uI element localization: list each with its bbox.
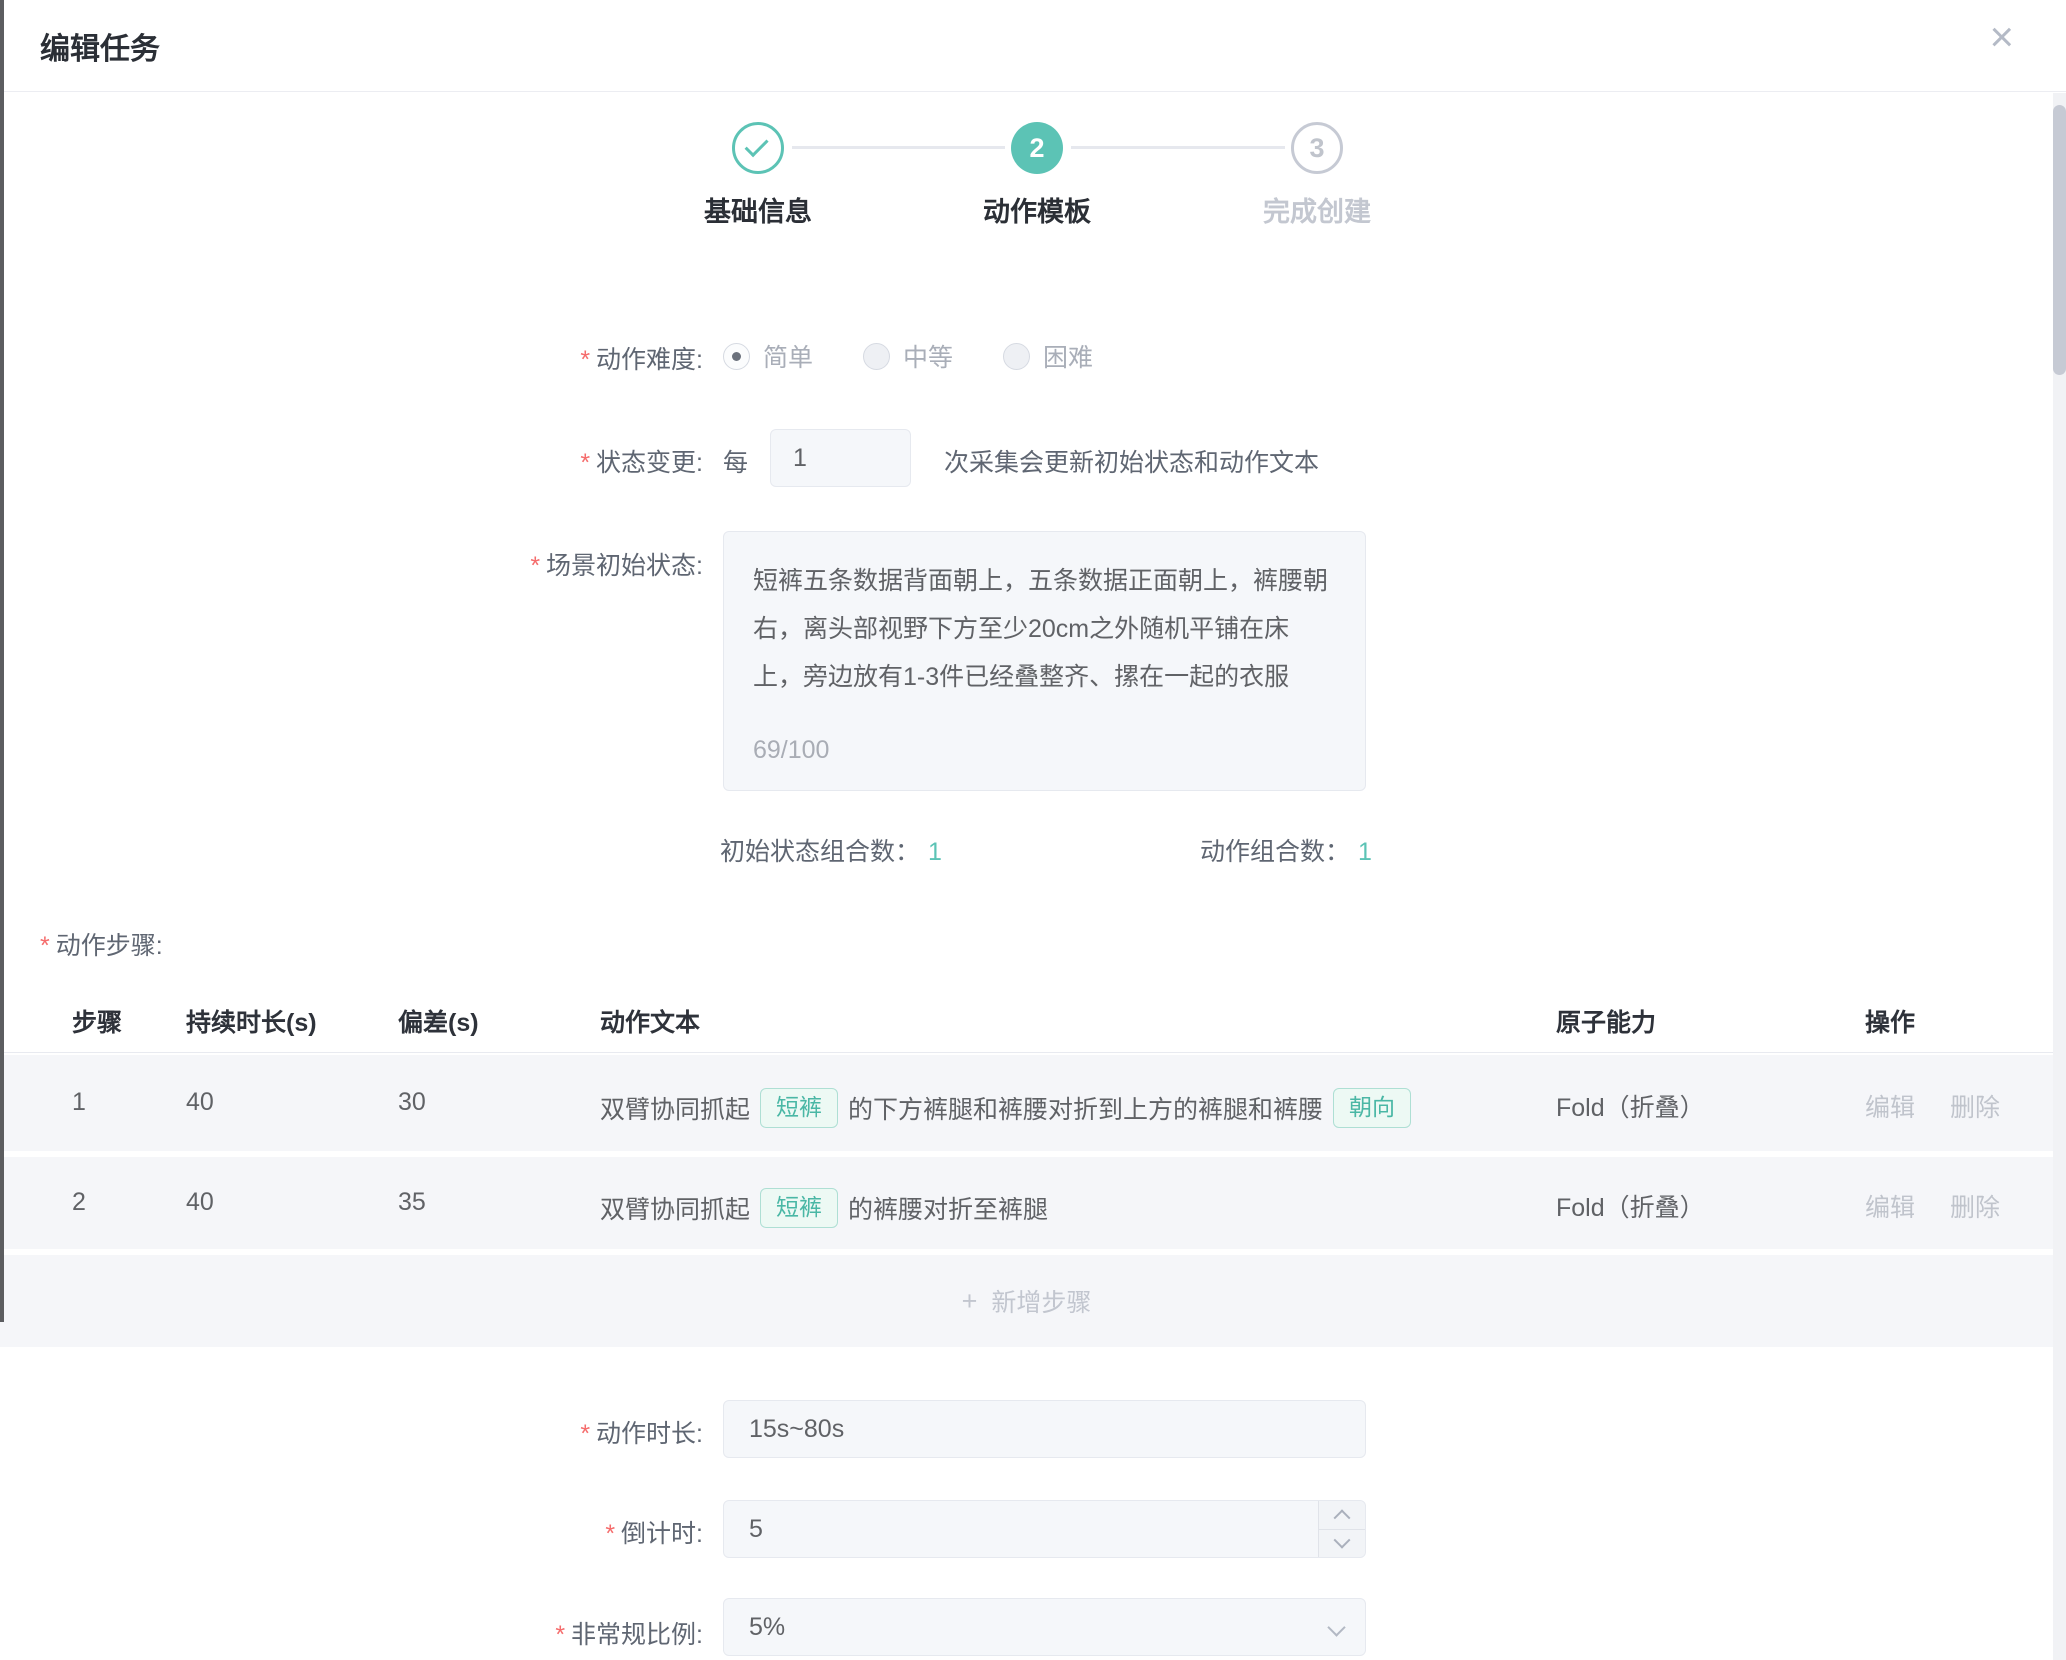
init-combo-value: 1 [928,838,942,866]
row1-offset: 30 [398,1088,426,1117]
col-step: 步骤 [72,1003,122,1039]
action-combo-value: 1 [1358,838,1372,866]
unusual-ratio-select[interactable]: 5% [723,1598,1366,1656]
duration-value: 15s~80s [749,1415,844,1444]
step-connector-2 [1071,146,1285,149]
difficulty-label: *动作难度: [580,340,703,376]
col-duration: 持续时长(s) [186,1003,317,1039]
radio-easy-label: 简单 [763,338,813,374]
row1-ability: Fold（折叠） [1556,1088,1705,1124]
object-tag: 短裤 [760,1088,838,1128]
chevron-down-icon [1334,1532,1351,1549]
required-asterisk: * [580,346,590,374]
duration-label: *动作时长: [580,1414,703,1450]
init-combo-count: 初始状态组合数：1 [720,832,942,868]
required-asterisk: * [555,1621,565,1649]
difficulty-radio-group: 简单 中等 困难 [723,338,1093,374]
required-asterisk: * [40,932,50,960]
state-change-suffix: 次采集会更新初始状态和动作文本 [944,443,1319,479]
countdown-label: *倒计时: [605,1514,703,1550]
radio-medium[interactable]: 中等 [863,338,953,374]
action-combo-count: 动作组合数：1 [1200,832,1372,868]
step-2-circle: 2 [1011,122,1063,174]
chevron-up-icon [1334,1509,1351,1526]
scene-init-text: 短裤五条数据背面朝上，五条数据正面朝上，裤腰朝右，离头部视野下方至少20cm之外… [753,557,1336,701]
add-step-label: 新增步骤 [991,1283,1091,1319]
state-change-value: 1 [793,444,807,473]
close-icon[interactable]: × [1989,16,2014,58]
required-asterisk: * [530,552,540,580]
chevron-down-icon [1327,1618,1345,1636]
add-step-button[interactable]: + 新增步骤 [0,1255,2053,1347]
row1-operations: 编辑 删除 [1865,1088,2000,1124]
row2-offset: 35 [398,1188,426,1217]
col-ability: 原子能力 [1556,1003,1656,1039]
radio-easy[interactable]: 简单 [723,338,813,374]
row2-step: 2 [72,1188,86,1217]
scrollbar[interactable] [2053,93,2066,1660]
state-change-input[interactable]: 1 [770,429,911,487]
page-edge [0,0,4,1322]
countdown-input[interactable]: 5 [723,1500,1366,1558]
radio-hard-dot[interactable] [1003,343,1030,370]
state-change-label: *状态变更: [580,443,703,479]
col-offset: 偏差(s) [398,1003,479,1039]
step-1-label: 基础信息 [628,190,888,229]
radio-medium-dot[interactable] [863,343,890,370]
unusual-ratio-label: *非常规比例: [555,1615,703,1651]
step-connector-1 [792,146,1005,149]
step-2-number: 2 [1029,133,1044,164]
stepper-down-button[interactable] [1319,1530,1365,1558]
step-3-circle: 3 [1291,122,1343,174]
plus-icon: + [962,1286,978,1317]
scene-init-textarea[interactable]: 短裤五条数据背面朝上，五条数据正面朝上，裤腰朝右，离头部视野下方至少20cm之外… [723,531,1366,791]
row2-operations: 编辑 删除 [1865,1188,2000,1224]
duration-input[interactable]: 15s~80s [723,1400,1366,1458]
scene-init-label: *场景初始状态: [530,546,703,582]
delete-link[interactable]: 删除 [1950,1094,2000,1122]
state-change-prefix: 每 [723,443,748,479]
edit-task-dialog: 编辑任务 × 2 3 基础信息 动作模板 完成创建 *动作难度: 简单 中等 困… [0,0,2066,1660]
row2-ability: Fold（折叠） [1556,1188,1705,1224]
scrollbar-thumb[interactable] [2053,105,2066,375]
step-2-label: 动作模板 [907,190,1167,229]
required-asterisk: * [580,449,590,477]
char-counter: 69/100 [753,726,829,774]
action-steps-label: *动作步骤: [40,926,163,962]
col-action-text: 动作文本 [600,1003,700,1039]
orientation-tag: 朝向 [1333,1088,1411,1128]
stepper-up-button[interactable] [1319,1501,1365,1530]
required-asterisk: * [580,1420,590,1448]
countdown-value: 5 [749,1515,763,1544]
table-row: 2 40 35 双臂协同抓起 短裤 的裤腰对折至裤腿 Fold（折叠） 编辑 删… [0,1157,2053,1249]
step-3-label: 完成创建 [1187,190,1447,229]
step-3-number: 3 [1309,133,1324,164]
radio-hard[interactable]: 困难 [1003,338,1093,374]
radio-hard-label: 困难 [1043,338,1093,374]
unusual-ratio-value: 5% [749,1613,785,1642]
radio-medium-label: 中等 [903,338,953,374]
row2-action-text: 双臂协同抓起 短裤 的裤腰对折至裤腿 [600,1188,1048,1228]
row1-action-text: 双臂协同抓起 短裤 的下方裤腿和裤腰对折到上方的裤腿和裤腰 朝向 [600,1088,1411,1128]
number-stepper [1318,1501,1365,1557]
row1-duration: 40 [186,1088,214,1117]
required-asterisk: * [605,1520,615,1548]
table-row: 1 40 30 双臂协同抓起 短裤 的下方裤腿和裤腰对折到上方的裤腿和裤腰 朝向… [0,1055,2053,1151]
row1-step: 1 [72,1088,86,1117]
edit-link[interactable]: 编辑 [1865,1194,1915,1222]
delete-link[interactable]: 删除 [1950,1194,2000,1222]
edit-link[interactable]: 编辑 [1865,1094,1915,1122]
dialog-header: 编辑任务 × [0,0,2066,92]
dialog-title: 编辑任务 [40,24,160,68]
col-operations: 操作 [1865,1003,1915,1039]
check-icon [745,133,769,157]
step-1-circle [732,122,784,174]
object-tag: 短裤 [760,1188,838,1228]
row2-duration: 40 [186,1188,214,1217]
table-header: 步骤 持续时长(s) 偏差(s) 动作文本 原子能力 操作 [0,985,2053,1053]
radio-easy-dot[interactable] [723,343,750,370]
